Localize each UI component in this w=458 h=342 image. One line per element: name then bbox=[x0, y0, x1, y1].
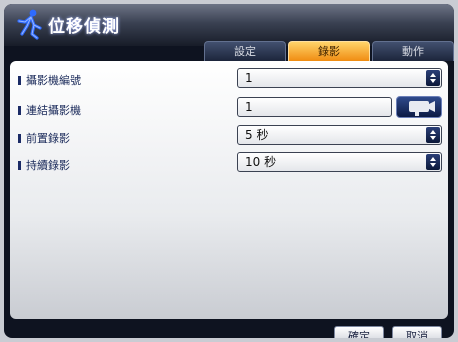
linked-camera-value: 1 bbox=[245, 100, 253, 114]
up-arrow-icon bbox=[430, 73, 436, 77]
running-figure-icon bbox=[17, 9, 42, 40]
camera-icon bbox=[409, 101, 435, 116]
linked-camera-label: 連結攝影機 bbox=[26, 104, 81, 117]
pre-record-spinner[interactable] bbox=[426, 127, 440, 143]
bullet-marker bbox=[18, 105, 21, 115]
camera-number-spinner[interactable] bbox=[426, 70, 440, 86]
bullet-marker bbox=[18, 133, 21, 143]
bullet-marker bbox=[18, 75, 21, 85]
post-record-label: 持續錄影 bbox=[26, 159, 70, 172]
dialog-title: 位移偵測 bbox=[48, 17, 120, 37]
post-record-spinner[interactable] bbox=[426, 154, 440, 170]
post-record-value: 10 秒 bbox=[245, 155, 277, 169]
title-bar: 位移偵測 bbox=[4, 4, 454, 46]
linked-camera-field[interactable]: 1 bbox=[237, 97, 392, 117]
row-label-post-record: 持續錄影 bbox=[18, 157, 70, 173]
camera-number-label: 攝影機編號 bbox=[26, 74, 81, 87]
camera-number-select[interactable]: 1 bbox=[237, 68, 442, 88]
down-arrow-icon bbox=[430, 136, 436, 140]
down-arrow-icon bbox=[430, 79, 436, 83]
post-record-select[interactable]: 10 秒 bbox=[237, 152, 442, 172]
pre-record-value: 5 秒 bbox=[245, 128, 269, 142]
camera-number-value: 1 bbox=[245, 71, 253, 85]
tab-recording[interactable]: 錄影 bbox=[288, 41, 370, 61]
tab-bar: 設定 錄影 動作 bbox=[4, 41, 454, 61]
cancel-button[interactable]: 取消 bbox=[392, 326, 442, 338]
tab-action[interactable]: 動作 bbox=[372, 41, 454, 61]
up-arrow-icon bbox=[430, 130, 436, 134]
pre-record-label: 前置錄影 bbox=[26, 132, 70, 145]
motion-detection-dialog: 位移偵測 設定 錄影 動作 攝影機編號 1 連結攝影機 1 前置錄影 5 秒 持… bbox=[4, 4, 454, 338]
linked-camera-button[interactable] bbox=[396, 96, 442, 118]
row-label-linked-camera: 連結攝影機 bbox=[18, 102, 81, 118]
bullet-marker bbox=[18, 160, 21, 170]
ok-button[interactable]: 確定 bbox=[334, 326, 384, 338]
pre-record-select[interactable]: 5 秒 bbox=[237, 125, 442, 145]
row-label-camera-number: 攝影機編號 bbox=[18, 72, 81, 88]
tab-settings[interactable]: 設定 bbox=[204, 41, 286, 61]
up-arrow-icon bbox=[430, 157, 436, 161]
row-label-pre-record: 前置錄影 bbox=[18, 130, 70, 146]
down-arrow-icon bbox=[430, 163, 436, 167]
